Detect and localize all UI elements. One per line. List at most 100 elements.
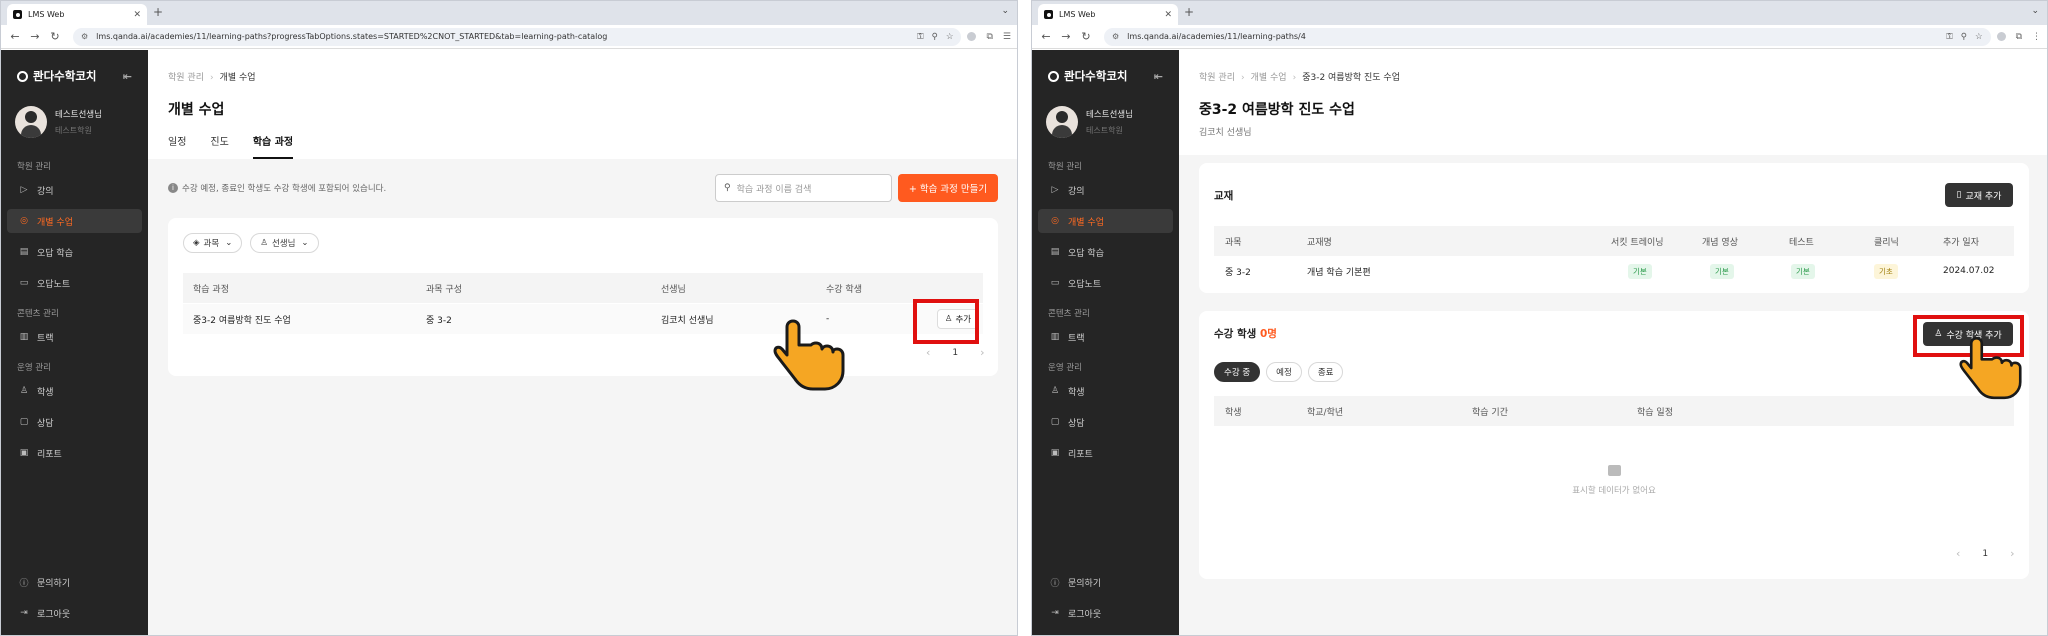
menu-icon[interactable]: ⋮ xyxy=(2032,32,2041,42)
sidebar-item-individual[interactable]: ◎ 개별 수업 xyxy=(7,209,142,233)
create-learning-path-button[interactable]: + 학습 과정 만들기 xyxy=(898,174,998,202)
sidebar-item-lectures[interactable]: ▷ 강의 xyxy=(1038,178,1173,202)
profile-dot-icon[interactable] xyxy=(1996,31,2006,41)
add-textbook-button[interactable]: ▯ 교재 추가 xyxy=(1945,183,2013,207)
sidebar-item-lectures[interactable]: ▷ 강의 xyxy=(7,178,142,202)
breadcrumb-current: 개별 수업 xyxy=(219,73,256,83)
sidebar-item-consult[interactable]: ▢ 상담 xyxy=(7,410,142,434)
reload-icon[interactable]: ↻ xyxy=(1078,30,1094,43)
reading-list-icon[interactable]: ☰ xyxy=(1003,32,1011,42)
chevron-left-icon[interactable]: ‹ xyxy=(926,346,930,359)
filter-planned[interactable]: 예정 xyxy=(1266,362,1302,382)
sidebar-item-report[interactable]: ▣ 리포트 xyxy=(7,441,142,465)
close-icon[interactable]: ✕ xyxy=(133,10,141,20)
forward-icon[interactable]: → xyxy=(1058,30,1074,43)
tab-progress[interactable]: 진도 xyxy=(210,133,228,159)
extension-icon[interactable]: ⧉ xyxy=(2016,32,2022,42)
logo: 콴다수학코치 ⇤ xyxy=(1032,66,1179,86)
star-icon[interactable]: ☆ xyxy=(1975,32,1983,42)
pagination: ‹ 1 › xyxy=(926,346,985,359)
col-concept: 개념 영상 xyxy=(1702,237,1738,248)
zoom-icon[interactable]: ⚲ xyxy=(932,32,938,42)
note-icon: ▭ xyxy=(1050,278,1060,288)
students-title: 수강 학생 0명 xyxy=(1214,328,1277,340)
report-icon: ▣ xyxy=(1050,448,1060,458)
zoom-icon[interactable]: ⚲ xyxy=(1961,32,1967,42)
sidebar-collapse-icon[interactable]: ⇤ xyxy=(1154,70,1163,83)
table-row[interactable]: 중 3-2 개념 학습 기본편 기본 기본 기본 기초 2024.07.02 xyxy=(1214,256,2014,286)
sidebar-item-logout[interactable]: ⇥ 로그아웃 xyxy=(1038,601,1173,625)
address-bar[interactable]: ⚙ lms.qanda.ai/academies/11/learning-pat… xyxy=(1104,27,1991,46)
filter-teacher[interactable]: ♙ 선생님 ⌄ xyxy=(250,233,319,253)
search-input[interactable]: ⚲ 학습 과정 이름 검색 xyxy=(715,174,892,202)
chevron-left-icon[interactable]: ‹ xyxy=(1956,547,1960,560)
textbook-title: 교재 xyxy=(1214,190,1234,202)
sidebar-item-wrong-note[interactable]: ▭ 오답노트 xyxy=(1038,271,1173,295)
close-icon[interactable]: ✕ xyxy=(1164,10,1172,20)
tab-schedule[interactable]: 일정 xyxy=(168,133,186,159)
breadcrumb-root[interactable]: 학원 관리 xyxy=(168,73,204,83)
sidebar-item-consult[interactable]: ▢ 상담 xyxy=(1038,410,1173,434)
new-tab-icon[interactable]: + xyxy=(153,5,163,19)
col-circuit: 서킷 트레이닝 xyxy=(1611,237,1664,248)
person-icon: ◎ xyxy=(1051,216,1059,226)
sidebar-item-inquiry[interactable]: ⓘ 문의하기 xyxy=(1038,570,1173,594)
chat-icon: ▢ xyxy=(1050,417,1060,427)
key-icon[interactable]: ⚿ xyxy=(917,32,923,42)
sidebar-item-student[interactable]: ♙ 학생 xyxy=(7,379,142,403)
breadcrumb-root[interactable]: 학원 관리 xyxy=(1199,73,1235,83)
page-number[interactable]: 1 xyxy=(1982,549,1988,559)
note-icon: ▭ xyxy=(19,278,29,288)
sidebar-item-track[interactable]: ▥ 트랙 xyxy=(7,325,142,349)
filter-current[interactable]: 수강 중 xyxy=(1214,362,1261,382)
tab-learning-path[interactable]: 학습 과정 xyxy=(252,133,294,159)
col-subject: 과목 xyxy=(1225,237,1242,248)
user-icon: ♙ xyxy=(1050,386,1060,396)
sidebar-item-wrong-study[interactable]: ▤ 오답 학습 xyxy=(1038,240,1173,264)
table-row[interactable]: 중3-2 여름방학 진도 수업 중 3-2 김코치 선생님 - ♙ 추가 xyxy=(183,304,983,334)
sidebar-item-individual[interactable]: ◎ 개별 수업 xyxy=(1038,209,1173,233)
chevron-right-icon[interactable]: › xyxy=(2010,547,2014,560)
site-settings-icon[interactable]: ⚙ xyxy=(81,32,88,41)
sidebar-item-inquiry[interactable]: ⓘ 문의하기 xyxy=(7,570,142,594)
address-bar[interactable]: ⚙ lms.qanda.ai/academies/11/learning-pat… xyxy=(73,27,962,46)
star-icon[interactable]: ☆ xyxy=(946,32,954,42)
extension-icon[interactable]: ⧉ xyxy=(986,32,992,42)
reload-icon[interactable]: ↻ xyxy=(47,30,63,43)
browser-tab[interactable]: LMS Web ✕ xyxy=(1038,4,1178,25)
new-tab-icon[interactable]: + xyxy=(1184,5,1194,19)
back-icon[interactable]: ← xyxy=(7,30,23,43)
help-icon: ⓘ xyxy=(19,578,29,589)
sidebar-item-wrong-study[interactable]: ▤ 오답 학습 xyxy=(7,240,142,264)
document-icon: ▤ xyxy=(1050,247,1060,257)
students-table-header: 학생 학교/학년 학습 기간 학습 일정 xyxy=(1214,396,2014,426)
profile-dot-icon[interactable] xyxy=(967,31,977,41)
col-student: 학생 xyxy=(1225,407,1242,418)
sidebar-collapse-icon[interactable]: ⇤ xyxy=(123,70,132,83)
back-icon[interactable]: ← xyxy=(1038,30,1054,43)
key-icon[interactable]: ⚿ xyxy=(1946,32,1952,42)
section-content: 콘텐츠 관리 xyxy=(17,309,59,319)
profile-name: 테스트선생님 xyxy=(1086,110,1133,120)
sidebar-item-wrong-note[interactable]: ▭ 오답노트 xyxy=(7,271,142,295)
page-number[interactable]: 1 xyxy=(952,348,958,358)
chevron-right-icon[interactable]: › xyxy=(980,346,984,359)
hand-pointer-icon xyxy=(1959,336,2022,400)
chevron-down-icon[interactable]: ⌄ xyxy=(2031,6,2039,16)
forward-icon[interactable]: → xyxy=(27,30,43,43)
sidebar-item-logout[interactable]: ⇥ 로그아웃 xyxy=(7,601,142,625)
play-icon: ▷ xyxy=(20,185,28,195)
filter-ended[interactable]: 종료 xyxy=(1307,362,1344,382)
sidebar-item-report[interactable]: ▣ 리포트 xyxy=(1038,441,1173,465)
filter-subject[interactable]: ◈ 과목 ⌄ xyxy=(183,233,243,253)
sidebar-item-track[interactable]: ▥ 트랙 xyxy=(1038,325,1173,349)
browser-window-left: LMS Web ✕ + ⌄ ← → ↻ ⚙ lms.qanda.ai/acade… xyxy=(0,0,1018,636)
col-schedule: 학습 일정 xyxy=(1637,407,1673,418)
chevron-down-icon[interactable]: ⌄ xyxy=(1001,6,1009,16)
site-settings-icon[interactable]: ⚙ xyxy=(1112,32,1119,41)
breadcrumb-mid[interactable]: 개별 수업 xyxy=(1251,73,1287,83)
page-header: 학원 관리 › 개별 수업 › 중3-2 여름방학 진도 수업 중3-2 여름방학 진도… xyxy=(1179,50,2047,155)
browser-tab[interactable]: LMS Web ✕ xyxy=(7,4,147,25)
col-teacher: 선생님 xyxy=(661,284,686,295)
sidebar-item-student[interactable]: ♙ 학생 xyxy=(1038,379,1173,403)
